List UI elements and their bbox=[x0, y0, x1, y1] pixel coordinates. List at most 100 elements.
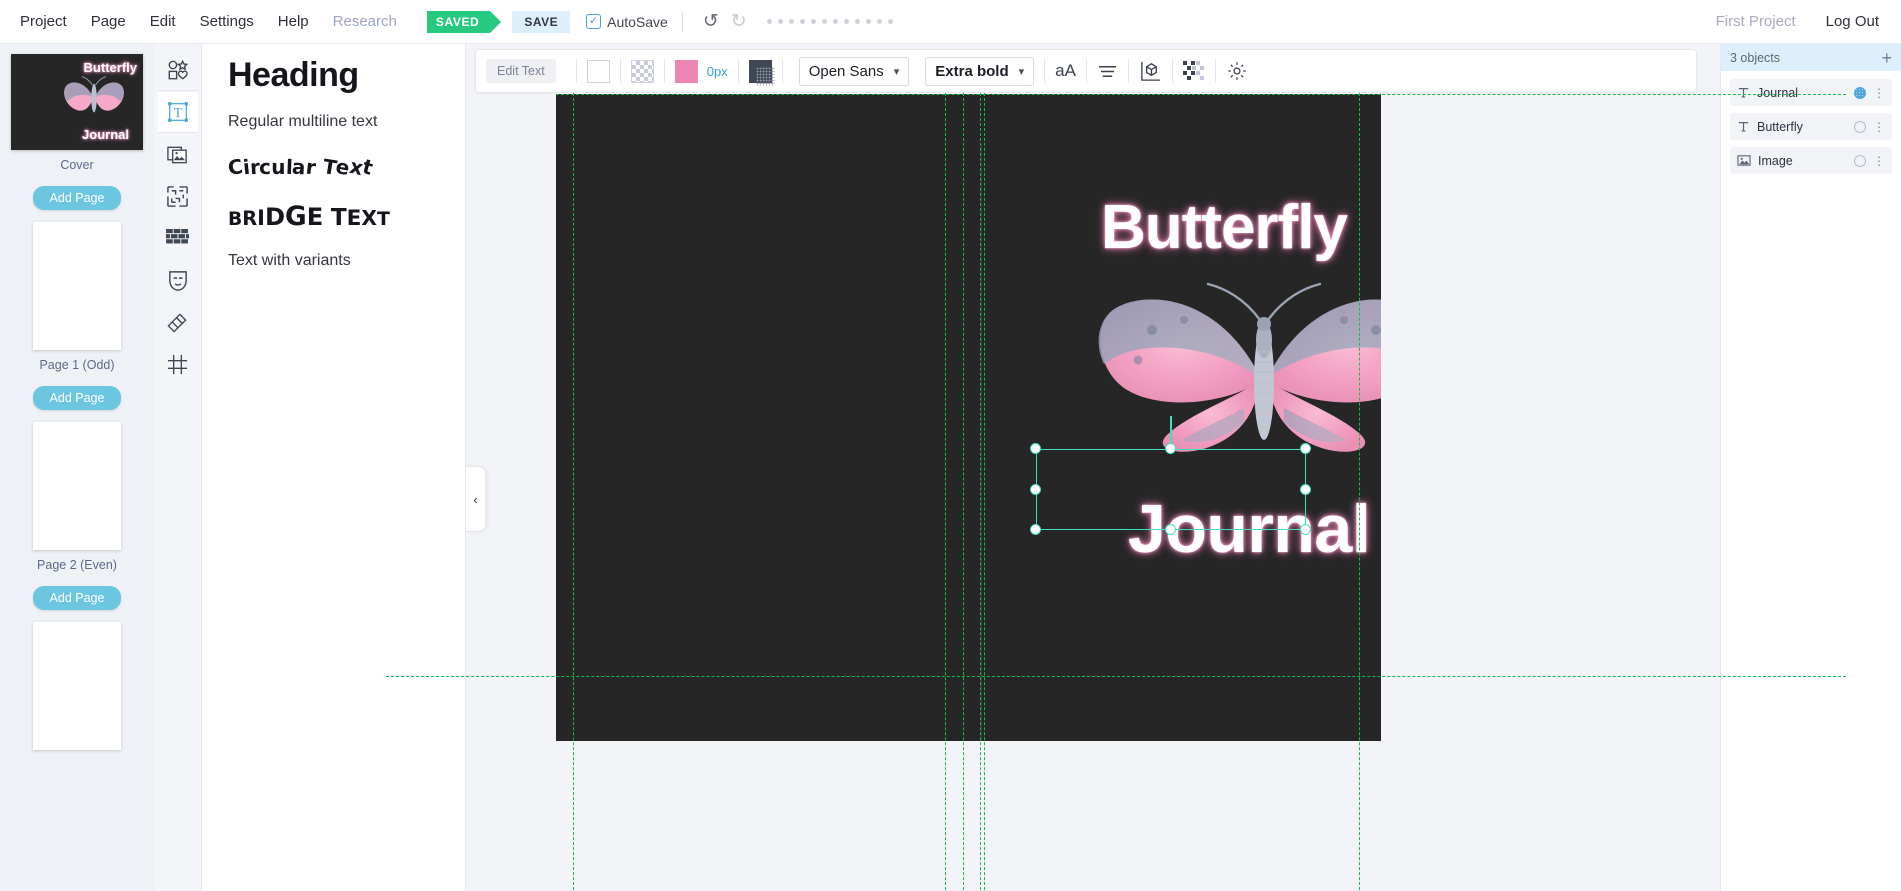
handle-top-center[interactable] bbox=[1165, 443, 1176, 454]
style-text-with-variants[interactable]: Text with variants bbox=[228, 252, 443, 270]
menu-item-page[interactable]: Page bbox=[79, 8, 138, 35]
guide-horizontal-bottom bbox=[386, 676, 1846, 677]
shadow-color-swatch[interactable] bbox=[748, 59, 775, 86]
canvas-title-text[interactable]: Butterfly bbox=[1101, 192, 1348, 263]
tool-brush-icon[interactable] bbox=[158, 302, 198, 343]
fill-color-swatch[interactable] bbox=[586, 59, 610, 83]
page-thumbnail-2[interactable]: Page 2 (Even) bbox=[0, 410, 154, 572]
add-object-button[interactable]: + bbox=[1881, 49, 1892, 67]
objects-list: Journal ⋮ Butterfly ⋮ Image ⋮ bbox=[1721, 71, 1901, 174]
object-menu-icon[interactable]: ⋮ bbox=[1873, 155, 1885, 167]
glow-color-swatch[interactable] bbox=[674, 59, 698, 83]
collapse-panel-chevron-icon[interactable]: ‹ bbox=[466, 466, 486, 532]
stroke-color-swatch[interactable] bbox=[630, 59, 654, 83]
butterfly-image[interactable] bbox=[1094, 282, 1381, 472]
add-page-block-3: Add Page bbox=[0, 572, 154, 610]
tool-brick-pattern-icon[interactable] bbox=[158, 218, 198, 259]
tool-grid-icon[interactable] bbox=[158, 344, 198, 385]
handle-bottom-center[interactable] bbox=[1165, 524, 1176, 535]
account-project-label[interactable]: First Project bbox=[1716, 13, 1796, 30]
menu-item-help[interactable]: Help bbox=[266, 8, 321, 35]
gear-icon[interactable] bbox=[1226, 60, 1248, 82]
cover-canvas[interactable]: Butterfly Journal bbox=[556, 94, 1381, 741]
style-bridge-text[interactable]: BRIDGE TEXT bbox=[228, 201, 443, 232]
visibility-toggle-icon[interactable] bbox=[1854, 86, 1866, 99]
handle-middle-right[interactable] bbox=[1300, 484, 1311, 495]
text-case-icon[interactable]: aA bbox=[1055, 61, 1076, 81]
tool-mask-icon[interactable] bbox=[158, 260, 198, 301]
redo-icon[interactable]: ↻ bbox=[725, 10, 753, 33]
menu-item-research[interactable]: Research bbox=[321, 8, 409, 35]
dot bbox=[854, 19, 860, 24]
text-properties-toolbar: Edit Text 0px Open Sans ▾ Extra bold ▾ a… bbox=[475, 49, 1697, 93]
canvas-area[interactable]: Edit Text 0px Open Sans ▾ Extra bold ▾ a… bbox=[386, 44, 1901, 891]
add-page-button[interactable]: Add Page bbox=[32, 386, 122, 410]
object-menu-icon[interactable]: ⋮ bbox=[1873, 121, 1885, 133]
add-page-block-2: Add Page bbox=[0, 372, 154, 410]
pages-panel[interactable]: Butterfly Journal Cover Add Page Page 1 … bbox=[0, 44, 154, 891]
dot bbox=[865, 19, 871, 24]
add-page-button[interactable]: Add Page bbox=[32, 586, 122, 610]
autosave-toggle[interactable]: ✓ AutoSave bbox=[586, 14, 668, 30]
undo-icon[interactable]: ↺ bbox=[697, 10, 725, 33]
page-thumbnail-1[interactable]: Page 1 (Odd) bbox=[0, 210, 154, 372]
style-regular-multiline[interactable]: Regular multiline text bbox=[228, 113, 443, 131]
object-name: Image bbox=[1758, 153, 1793, 168]
menu-item-edit[interactable]: Edit bbox=[138, 8, 188, 35]
topbar-right: First Project Log Out bbox=[1716, 13, 1901, 30]
dither-icon[interactable] bbox=[1182, 61, 1205, 81]
divider bbox=[781, 59, 783, 83]
tool-images-icon[interactable] bbox=[158, 134, 198, 175]
page-thumbnail-3[interactable] bbox=[0, 610, 154, 750]
page-thumbnail-cover[interactable]: Butterfly Journal Cover bbox=[0, 44, 154, 172]
tool-rail: T bbox=[154, 44, 202, 891]
object-row-image[interactable]: Image ⋮ bbox=[1730, 147, 1892, 174]
align-icon[interactable] bbox=[1097, 63, 1118, 80]
tool-text-icon[interactable]: T bbox=[157, 92, 198, 133]
handle-bottom-left[interactable] bbox=[1030, 524, 1041, 535]
object-row-journal[interactable]: Journal ⋮ bbox=[1730, 79, 1892, 106]
menu-item-settings[interactable]: Settings bbox=[188, 8, 266, 35]
handle-top-right[interactable] bbox=[1300, 443, 1311, 454]
dot bbox=[799, 19, 805, 24]
dot bbox=[766, 19, 772, 24]
transform-3d-icon[interactable] bbox=[1139, 60, 1162, 83]
menu-item-project[interactable]: Project bbox=[8, 8, 79, 35]
cover-thumbnail-image[interactable]: Butterfly Journal bbox=[11, 54, 143, 150]
menu-group: Project Page Edit Settings Help Research bbox=[0, 8, 409, 35]
font-family-select[interactable]: Open Sans ▾ bbox=[798, 56, 910, 86]
style-circular-text[interactable]: Circular Text bbox=[226, 154, 443, 180]
object-row-butterfly[interactable]: Butterfly ⋮ bbox=[1730, 113, 1892, 140]
font-weight-select[interactable]: Extra bold ▾ bbox=[925, 56, 1035, 86]
page-2-thumbnail[interactable] bbox=[33, 422, 121, 550]
autosave-checkbox-icon[interactable]: ✓ bbox=[586, 14, 602, 29]
visibility-toggle-icon[interactable] bbox=[1854, 154, 1866, 167]
tool-shapes-icon[interactable] bbox=[157, 50, 198, 91]
object-name: Journal bbox=[1757, 85, 1798, 100]
object-menu-icon[interactable]: ⋮ bbox=[1873, 87, 1885, 99]
save-button[interactable]: SAVE bbox=[512, 10, 571, 33]
edit-text-button[interactable]: Edit Text bbox=[486, 59, 556, 83]
dot bbox=[777, 19, 783, 24]
add-page-button[interactable]: Add Page bbox=[32, 186, 122, 210]
logout-button[interactable]: Log Out bbox=[1826, 13, 1879, 30]
tool-maze-icon[interactable] bbox=[158, 176, 198, 217]
progress-dots bbox=[766, 19, 893, 24]
handle-middle-left[interactable] bbox=[1030, 484, 1041, 495]
page-1-thumbnail[interactable] bbox=[33, 222, 121, 350]
handle-top-left[interactable] bbox=[1030, 443, 1041, 454]
visibility-toggle-icon[interactable] bbox=[1854, 120, 1866, 133]
objects-count-label: 3 objects bbox=[1730, 50, 1781, 65]
selection-bounding-box[interactable] bbox=[1036, 449, 1306, 530]
dot bbox=[887, 19, 893, 24]
objects-panel: 3 objects + Journal ⋮ Butterfly ⋮ Image … bbox=[1720, 44, 1901, 891]
guide-vertical-1 bbox=[573, 88, 574, 891]
toolbar-divider bbox=[681, 11, 683, 32]
glow-size-label[interactable]: 0px bbox=[707, 64, 728, 79]
page-3-thumbnail[interactable] bbox=[33, 622, 121, 750]
style-heading[interactable]: Heading bbox=[228, 56, 443, 95]
divider bbox=[619, 59, 621, 83]
divider bbox=[575, 59, 577, 83]
handle-bottom-right[interactable] bbox=[1300, 524, 1311, 535]
chevron-down-icon: ▾ bbox=[1018, 65, 1025, 78]
